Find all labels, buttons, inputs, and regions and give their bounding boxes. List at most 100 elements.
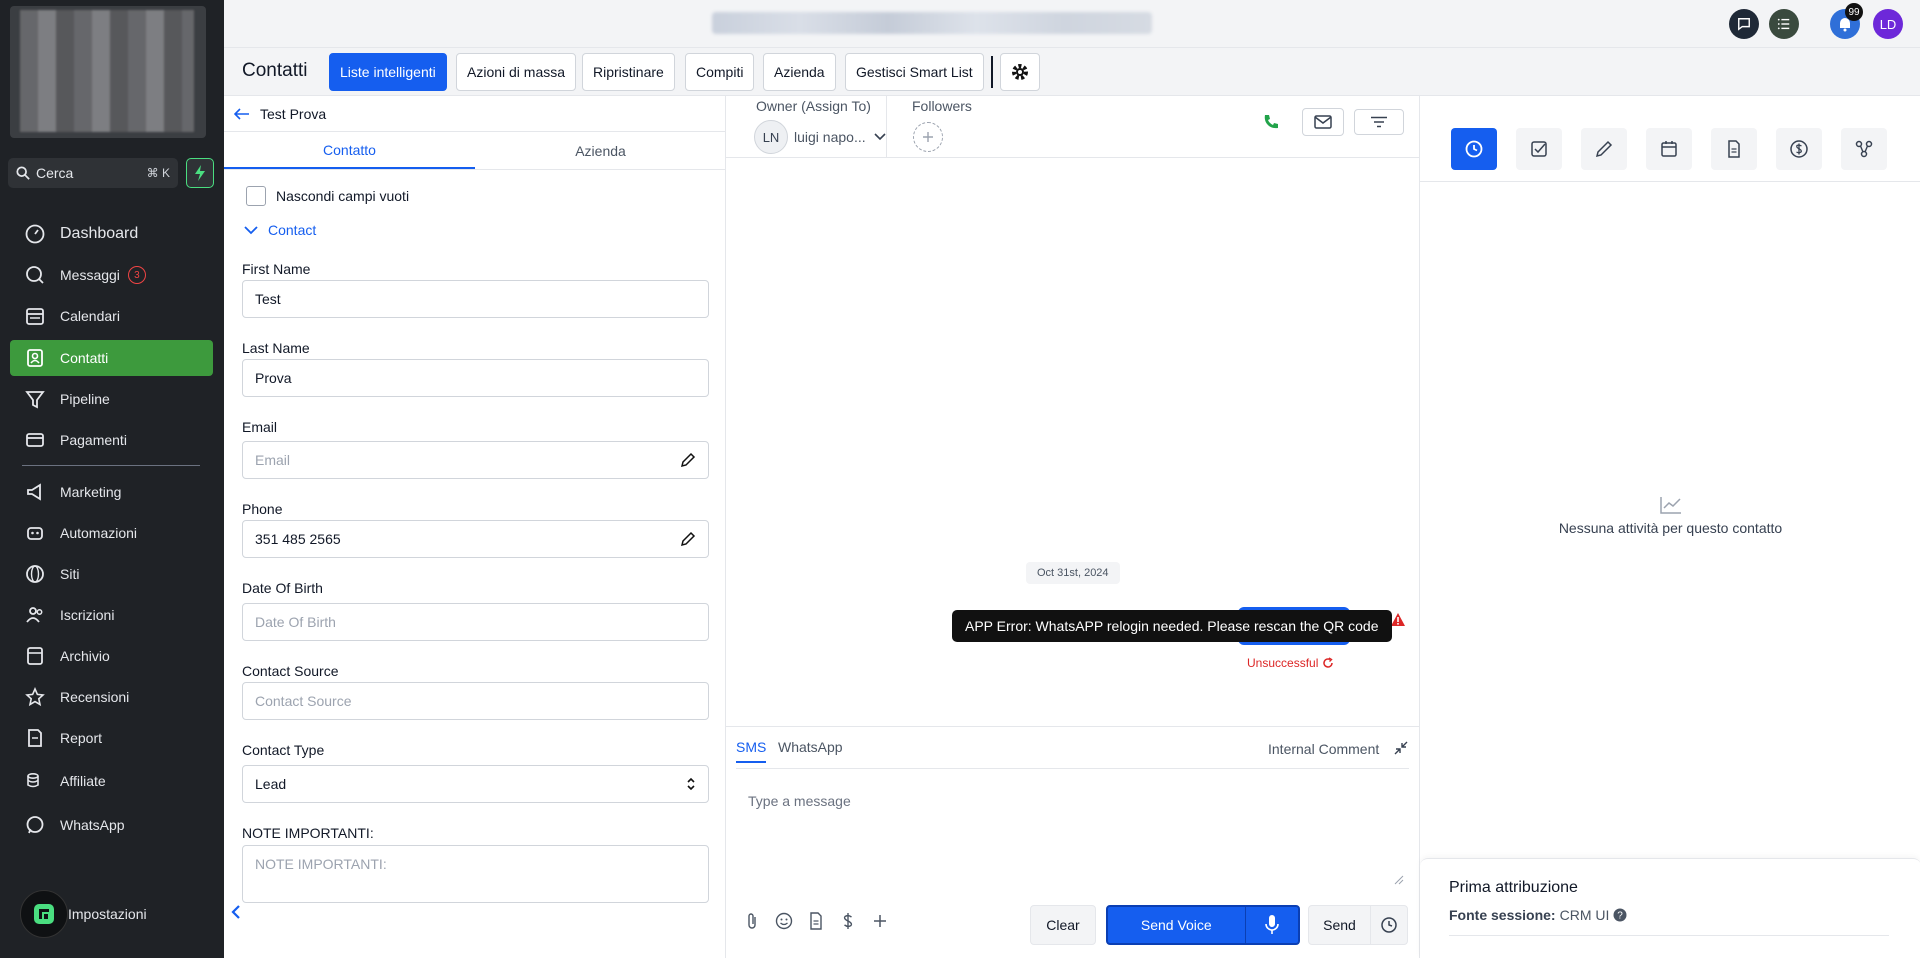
attachment-icon[interactable] [742, 911, 762, 931]
sidebar-item-label: Archivio [60, 648, 110, 664]
back-arrow-icon[interactable] [234, 107, 250, 120]
contact-source-field[interactable]: Contact Source [242, 682, 709, 720]
mail-icon [1314, 115, 1332, 129]
tab-documents[interactable] [1711, 128, 1757, 170]
tab-activity[interactable] [1451, 128, 1497, 170]
email-button[interactable] [1302, 108, 1344, 136]
tab-compiti[interactable]: Compiti [685, 53, 755, 91]
schedule-clock-icon[interactable] [1371, 916, 1407, 934]
minimize-icon[interactable] [1394, 741, 1408, 755]
quick-actions-button[interactable] [186, 158, 214, 188]
hide-empty-fields-toggle[interactable]: Nascondi campi vuoti [246, 186, 409, 206]
empty-activity-text: Nessuna attività per questo contatto [1558, 520, 1783, 536]
tab-contatto[interactable]: Contatto [224, 132, 475, 169]
sidebar-item-dashboard[interactable]: Dashboard [10, 216, 213, 252]
message-input[interactable]: Type a message [736, 771, 1409, 889]
first-name-field[interactable]: Test [242, 280, 709, 318]
sidebar-item-marketing[interactable]: Marketing [10, 474, 213, 510]
tab-payments[interactable] [1776, 128, 1822, 170]
filter-button[interactable] [1354, 109, 1404, 135]
contact-section-header[interactable]: Contact [244, 222, 316, 238]
message-composer: SMS WhatsApp Internal Comment Type a mes… [726, 726, 1419, 958]
tab-gestisci-smart-list[interactable]: Gestisci Smart List [845, 53, 984, 91]
svg-text:?: ? [1618, 911, 1624, 922]
tab-workflows[interactable] [1841, 128, 1887, 170]
send-voice-button[interactable]: Send Voice [1106, 905, 1300, 945]
email-field[interactable]: Email [242, 441, 709, 479]
sidebar-item-pipeline[interactable]: Pipeline [10, 381, 213, 417]
sidebar-item-label: Siti [60, 566, 80, 582]
star-icon [24, 686, 46, 708]
company-logo[interactable] [10, 6, 206, 138]
internal-comment-toggle[interactable]: Internal Comment [1268, 741, 1379, 757]
tab-ripristinare[interactable]: Ripristinare [582, 53, 675, 91]
help-icon[interactable]: ? [1613, 908, 1627, 922]
sidebar-item-report[interactable]: Report [10, 720, 213, 756]
sidebar-item-calendari[interactable]: Calendari [10, 298, 213, 334]
notes-textarea[interactable]: NOTE IMPORTANTI: [242, 845, 709, 903]
send-button[interactable]: Send [1308, 905, 1408, 945]
microphone-icon[interactable] [1244, 907, 1298, 943]
history-clock-icon [1464, 139, 1484, 159]
robot-icon [24, 522, 46, 544]
clear-button[interactable]: Clear [1030, 905, 1096, 945]
tab-azienda-contact[interactable]: Azienda [475, 132, 726, 169]
collapse-panel-icon[interactable] [230, 904, 242, 920]
contact-type-select[interactable]: Lead [242, 765, 709, 803]
tab-notes[interactable] [1581, 128, 1627, 170]
megaphone-icon [24, 481, 46, 503]
support-widget-icon[interactable] [20, 890, 68, 938]
phone-call-icon[interactable] [1250, 113, 1292, 131]
calendar-icon [1660, 140, 1678, 158]
resize-grip-icon[interactable] [1394, 875, 1404, 885]
message-status[interactable]: Unsuccessful [1247, 656, 1334, 670]
dob-field[interactable]: Date Of Birth [242, 603, 709, 641]
tab-azioni-di-massa[interactable]: Azioni di massa [456, 53, 577, 91]
sidebar-item-impostazioni[interactable]: Impostazioni [20, 890, 147, 938]
sidebar-item-pagamenti[interactable]: Pagamenti [10, 422, 213, 458]
add-follower-button[interactable] [913, 122, 943, 152]
sidebar-item-affiliate[interactable]: Affiliate [10, 763, 213, 799]
conversation-panel: Owner (Assign To) LN luigi napo... Follo… [726, 96, 1419, 958]
plus-icon[interactable] [870, 911, 890, 931]
email-placeholder: Email [255, 452, 291, 468]
tab-appointments[interactable] [1646, 128, 1692, 170]
pencil-icon[interactable] [680, 452, 696, 468]
emoji-icon[interactable] [774, 911, 794, 931]
tab-sms[interactable]: SMS [736, 739, 767, 763]
sidebar-item-automazioni[interactable]: Automazioni [10, 515, 213, 551]
contact-type-value: Lead [255, 776, 287, 792]
checklist-icon [1777, 17, 1791, 31]
pencil-icon[interactable] [680, 531, 696, 547]
sidebar-item-label: WhatsApp [60, 817, 125, 833]
user-avatar[interactable]: LD [1873, 9, 1903, 39]
tab-tasks[interactable] [1516, 128, 1562, 170]
contact-tabs: Contatto Azienda [224, 132, 726, 170]
tab-azienda[interactable]: Azienda [763, 53, 836, 91]
sidebar-item-archivio[interactable]: Archivio [10, 638, 213, 674]
message-square-icon [1737, 17, 1751, 31]
task-list-button[interactable] [1769, 9, 1799, 39]
phone-field[interactable]: 351 485 2565 [242, 520, 709, 558]
checkbox-icon [1530, 140, 1548, 158]
notes-label: NOTE IMPORTANTI: [242, 825, 374, 841]
conversation-header: Owner (Assign To) LN luigi napo... Follo… [726, 96, 1419, 158]
sidebar-item-siti[interactable]: Siti [10, 556, 213, 592]
sidebar-item-iscrizioni[interactable]: Iscrizioni [10, 597, 213, 633]
search-button[interactable]: Cerca ⌘ K [8, 158, 178, 188]
owner-select[interactable]: LN luigi napo... [754, 120, 912, 154]
warning-icon[interactable] [1390, 612, 1406, 627]
sidebar-item-messaggi[interactable]: Messaggi 3 [10, 257, 213, 293]
template-icon[interactable] [806, 911, 826, 931]
sidebar-item-contatti[interactable]: Contatti [10, 340, 213, 376]
contact-type-label: Contact Type [242, 742, 325, 758]
sidebar-item-whatsapp[interactable]: WhatsApp [10, 807, 213, 843]
sidebar-item-recensioni[interactable]: Recensioni [10, 679, 213, 715]
settings-button[interactable] [1000, 53, 1040, 91]
chat-button[interactable] [1729, 9, 1759, 39]
tab-whatsapp[interactable]: WhatsApp [778, 739, 843, 755]
tab-liste-intelligenti[interactable]: Liste intelligenti [329, 53, 447, 91]
dollar-icon[interactable] [838, 911, 858, 931]
last-name-field[interactable]: Prova [242, 359, 709, 397]
hide-empty-checkbox[interactable] [246, 186, 266, 206]
